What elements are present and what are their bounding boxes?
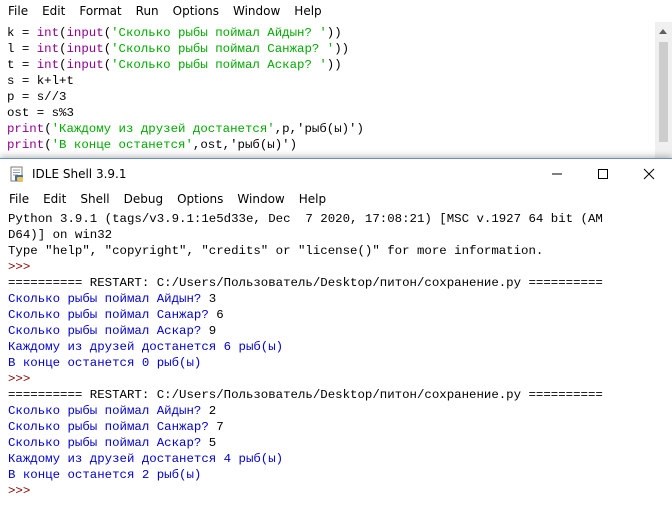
output-line: Каждому из друзей достанется 4 рыб(ы) (8, 452, 284, 466)
editor-menu-edit[interactable]: Edit (35, 0, 72, 22)
code-line[interactable]: t = int(input('Сколько рыбы поймал Аскар… (7, 57, 647, 73)
shell-prompt: >>> (8, 260, 31, 274)
maximize-icon (598, 168, 608, 179)
output-line: В конце останется 0 рыб(ы) (8, 356, 202, 370)
window-title: IDLE Shell 3.9.1 (32, 166, 127, 181)
shell-header-line: D64)] on win32 (8, 228, 113, 242)
output-line: Сколько рыбы поймал Санжар? 6 (8, 308, 224, 322)
code-line[interactable]: p = s//3 (7, 89, 647, 105)
shell-menu-debug[interactable]: Debug (117, 188, 170, 210)
shell-menu-shell[interactable]: Shell (73, 188, 116, 210)
shell-menu-file[interactable]: File (2, 188, 36, 210)
minimize-icon (552, 173, 562, 174)
shell-prompt: >>> (8, 372, 31, 386)
output-line: Сколько рыбы поймал Аскар? 5 (8, 436, 217, 450)
code-line[interactable]: print('Каждому из друзей достанется',p,'… (7, 121, 647, 137)
shell-output[interactable]: Python 3.9.1 (tags/v3.9.1:1e5d33e, Dec 7… (0, 211, 672, 505)
output-line: Сколько рыбы поймал Айдын? 3 (8, 292, 217, 306)
output-line: Каждому из друзей достанется 6 рыб(ы) (8, 340, 284, 354)
output-line: В конце останется 2 рыб(ы) (8, 468, 202, 482)
python-idle-icon (9, 166, 25, 182)
editor-scrollbar[interactable] (655, 22, 672, 160)
shell-menubar: File Edit Shell Debug Options Window Hel… (0, 188, 672, 210)
code-line[interactable]: s = k+l+t (7, 73, 647, 89)
output-line: Сколько рыбы поймал Санжар? 7 (8, 420, 224, 434)
output-line: Сколько рыбы поймал Айдын? 2 (8, 404, 217, 418)
editor-menubar: File Edit Format Run Options Window Help (0, 0, 672, 22)
code-line[interactable]: k = int(input('Сколько рыбы поймал Айдын… (7, 25, 647, 41)
close-icon (643, 168, 655, 179)
code-line[interactable]: ost = s%3 (7, 105, 647, 121)
editor-menu-file[interactable]: File (1, 0, 35, 22)
shell-header-line: Type "help", "copyright", "credits" or "… (8, 244, 544, 258)
code-editor[interactable]: k = int(input('Сколько рыбы поймал Айдын… (7, 25, 647, 153)
shell-menu-help[interactable]: Help (292, 188, 333, 210)
close-button[interactable] (626, 159, 672, 188)
shell-menu-window[interactable]: Window (230, 188, 291, 210)
scroll-up-icon[interactable] (659, 29, 667, 34)
maximize-button[interactable] (580, 159, 626, 188)
code-line[interactable]: print('В конце останется',ost,'рыб(ы)') (7, 137, 647, 153)
shell-menu-options[interactable]: Options (170, 188, 230, 210)
restart-line: ========== RESTART: C:/Users/Пользовател… (8, 388, 603, 402)
minimize-button[interactable] (534, 159, 580, 188)
code-line[interactable]: l = int(input('Сколько рыбы поймал Санжа… (7, 41, 647, 57)
shell-titlebar[interactable]: IDLE Shell 3.9.1 (0, 159, 672, 188)
editor-menu-help[interactable]: Help (287, 0, 328, 22)
output-line: Сколько рыбы поймал Аскар? 9 (8, 324, 217, 338)
editor-menu-run[interactable]: Run (129, 0, 166, 22)
scrollbar-thumb[interactable] (659, 42, 668, 142)
editor-menu-format[interactable]: Format (72, 0, 128, 22)
shell-header-line: Python 3.9.1 (tags/v3.9.1:1e5d33e, Dec 7… (8, 212, 603, 226)
shell-menu-edit[interactable]: Edit (36, 188, 73, 210)
editor-menu-window[interactable]: Window (226, 0, 287, 22)
shell-prompt-active[interactable]: >>> (8, 483, 658, 499)
shell-window: IDLE Shell 3.9.1 File Edit Shell Debug O… (0, 158, 672, 505)
editor-window: File Edit Format Run Options Window Help… (0, 0, 672, 160)
restart-line: ========== RESTART: C:/Users/Пользовател… (8, 276, 603, 290)
editor-menu-options[interactable]: Options (166, 0, 226, 22)
